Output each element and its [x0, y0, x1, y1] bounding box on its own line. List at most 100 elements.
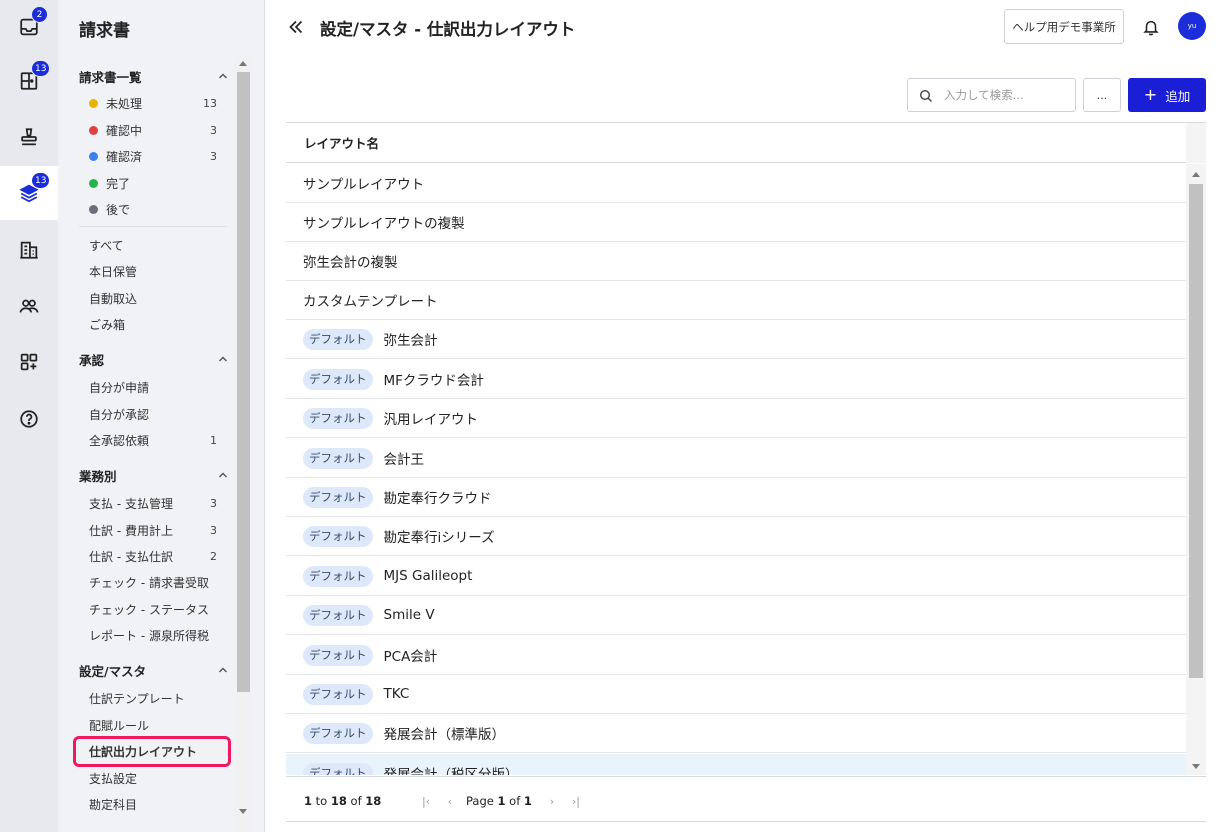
table-row[interactable]: デフォルト MFクラウド会計 — [286, 360, 1186, 399]
bell-icon[interactable] — [1142, 18, 1160, 36]
nav-item-done[interactable]: 完了 — [89, 172, 216, 194]
rail-door[interactable]: 13 — [0, 54, 58, 108]
nav-item-expense-journal[interactable]: 仕訳 - 費用計上 3 — [89, 519, 217, 541]
first-page-icon[interactable]: |‹ — [414, 792, 438, 810]
table-scrollbar[interactable] — [1186, 164, 1206, 775]
nav-item-allocation-rules[interactable]: 配賦ルール — [89, 714, 216, 736]
nav-divider — [79, 226, 227, 227]
rail-stamp[interactable] — [0, 110, 58, 164]
next-page-icon[interactable]: › — [540, 792, 564, 810]
table-row[interactable]: デフォルト 会計王 — [286, 439, 1186, 478]
rail-inbox[interactable]: 2 — [0, 0, 58, 54]
page-title: 設定/マスタ - 仕訳出力レイアウト — [320, 20, 576, 39]
table-row[interactable]: デフォルト 発展会計（標準版） — [286, 714, 1186, 753]
nav-item-stored-today[interactable]: 本日保管 — [89, 260, 216, 282]
nav-item-all[interactable]: すべて — [89, 234, 216, 256]
rail-layers[interactable]: 13 — [0, 166, 58, 220]
add-button[interactable]: + 追加 — [1128, 78, 1206, 112]
scrollbar-thumb[interactable] — [237, 72, 250, 692]
chevron-up-icon — [219, 356, 227, 362]
default-tag: デフォルト — [303, 368, 373, 390]
nav-item-unprocessed[interactable]: 未処理 13 — [89, 92, 217, 114]
table-header: レイアウト名 — [286, 123, 1206, 163]
nav-item-later[interactable]: 後で — [89, 198, 216, 220]
nav-item-all-requests[interactable]: 全承認依頼 1 — [89, 429, 217, 451]
scroll-up-arrow-icon[interactable] — [1192, 172, 1200, 177]
section-settings[interactable]: 設定/マスタ — [79, 659, 229, 681]
rail-building[interactable] — [0, 223, 58, 277]
plus-icon: + — [1143, 85, 1158, 104]
scroll-down-arrow-icon[interactable] — [239, 809, 247, 814]
icon-rail: 2 13 13 — [0, 0, 58, 832]
default-tag: デフォルト — [303, 722, 373, 744]
search-icon — [919, 89, 932, 102]
status-dot — [89, 98, 98, 108]
chevron-up-icon — [219, 667, 227, 673]
table-row[interactable]: カスタムテンプレート — [286, 281, 1186, 320]
table-row[interactable]: デフォルト PCA会計 — [286, 636, 1186, 675]
nav-item-check-status[interactable]: チェック - ステータス — [89, 598, 216, 620]
nav-item-report-withholding[interactable]: レポート - 源泉所得税 — [89, 624, 216, 646]
double-chevron-left-icon[interactable] — [286, 17, 306, 37]
table-row[interactable]: デフォルト Smile V — [286, 596, 1186, 635]
nav-item-account-titles[interactable]: 勘定科目 — [89, 793, 216, 815]
rail-help[interactable] — [0, 392, 58, 446]
row-range: 1 to 18 of 18 — [304, 794, 382, 808]
search-box[interactable] — [907, 78, 1076, 112]
default-tag: デフォルト — [303, 644, 373, 666]
column-header-layout-name[interactable]: レイアウト名 — [304, 133, 379, 152]
table-row[interactable]: デフォルト MJS Galileopt — [286, 557, 1186, 596]
table-row[interactable]: サンプルレイアウトの複製 — [286, 203, 1186, 242]
status-dot — [89, 178, 98, 188]
nav-item-my-requests[interactable]: 自分が申請 — [89, 376, 216, 398]
rail-badge: 13 — [31, 172, 51, 189]
nav-item-checking[interactable]: 確認中 3 — [89, 119, 217, 141]
nav-item-auto-import[interactable]: 自動取込 — [89, 287, 216, 309]
search-input[interactable] — [944, 88, 1064, 102]
section-approval[interactable]: 承認 — [79, 348, 229, 370]
last-page-icon[interactable]: ›| — [564, 792, 588, 810]
nav-item-trash[interactable]: ごみ箱 — [89, 313, 216, 335]
table-row[interactable]: 弥生会計の複製 — [286, 242, 1186, 281]
table-row[interactable]: デフォルト 勘定奉行クラウド — [286, 478, 1186, 517]
status-dot — [89, 125, 98, 135]
table-row[interactable]: デフォルト TKC — [286, 675, 1186, 714]
default-tag: デフォルト — [303, 604, 373, 626]
status-dot — [89, 151, 98, 161]
section-by-task[interactable]: 業務別 — [79, 464, 229, 486]
help-office-button[interactable]: ヘルプ用デモ事業所 — [1004, 9, 1124, 44]
layout-table: レイアウト名 サンプルレイアウト サンプルレイアウトの複製 弥生会計の複製 カス… — [286, 122, 1206, 822]
scroll-up-arrow-icon[interactable] — [239, 61, 247, 66]
nav-scrollbar[interactable] — [235, 54, 252, 832]
status-dot — [89, 204, 98, 214]
rail-users[interactable] — [0, 279, 58, 333]
default-tag: デフォルト — [303, 565, 373, 587]
table-row[interactable]: サンプルレイアウト — [286, 164, 1186, 203]
nav-item-checked[interactable]: 確認済 3 — [89, 145, 217, 167]
prev-page-icon[interactable]: ‹ — [438, 792, 462, 810]
table-row[interactable]: デフォルト 弥生会計 — [286, 320, 1186, 359]
table-header-corner — [1186, 123, 1206, 163]
rail-apps[interactable] — [0, 335, 58, 389]
default-tag: デフォルト — [303, 407, 373, 429]
table-row[interactable]: デフォルト 汎用レイアウト — [286, 399, 1186, 438]
table-row[interactable]: デフォルト 勘定奉行iシリーズ — [286, 517, 1186, 556]
avatar[interactable]: yu — [1178, 12, 1206, 40]
default-tag: デフォルト — [303, 447, 373, 469]
nav-item-payment-management[interactable]: 支払 - 支払管理 3 — [89, 492, 217, 514]
chevron-up-icon — [219, 73, 227, 79]
nav-item-payment-settings[interactable]: 支払設定 — [89, 767, 216, 789]
nav-item-my-approvals[interactable]: 自分が承認 — [89, 403, 216, 425]
page-header: 設定/マスタ - 仕訳出力レイアウト ヘルプ用デモ事業所 yu — [266, 0, 1228, 56]
users-icon — [19, 299, 39, 313]
more-button[interactable]: ... — [1083, 78, 1121, 112]
stamp-icon — [21, 128, 37, 146]
nav-item-check-receipt[interactable]: チェック - 請求書受取 — [89, 571, 216, 593]
table-row[interactable]: デフォルト 発展会計（税区分版） — [286, 754, 1186, 775]
nav-item-journal-output-layout[interactable]: 仕訳出力レイアウト — [73, 736, 231, 767]
nav-item-payment-journal[interactable]: 仕訳 - 支払仕訳 2 — [89, 545, 217, 567]
nav-item-journal-template[interactable]: 仕訳テンプレート — [89, 687, 216, 709]
scroll-down-arrow-icon[interactable] — [1192, 764, 1200, 769]
section-invoice-list[interactable]: 請求書一覧 — [79, 65, 229, 87]
scrollbar-thumb[interactable] — [1189, 184, 1203, 678]
